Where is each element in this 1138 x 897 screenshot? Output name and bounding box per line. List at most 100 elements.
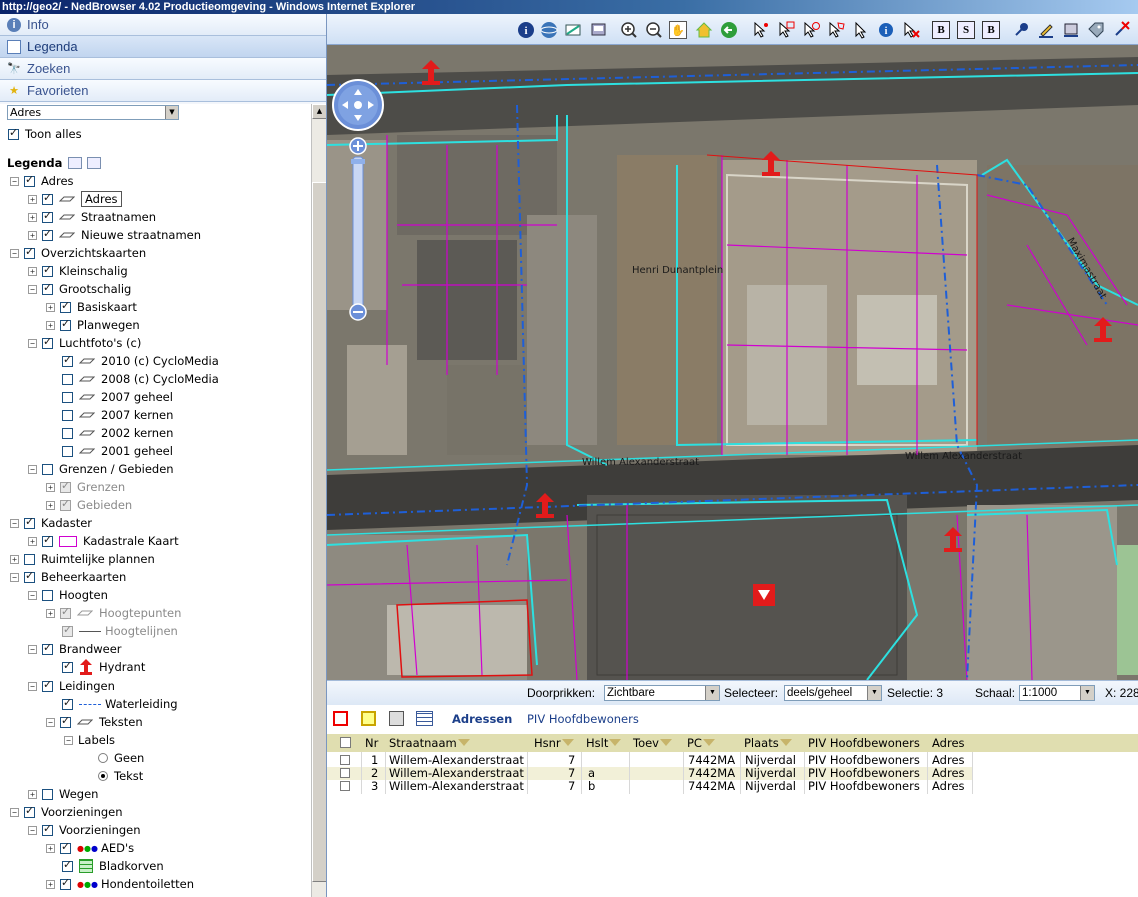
tree-adres-sub[interactable]: +Adres [28, 190, 122, 208]
expand-all-icon[interactable] [68, 157, 83, 169]
red-square-icon[interactable] [333, 711, 348, 726]
nieuwe-straatnamen-checkbox[interactable] [42, 227, 53, 241]
hydrant-checkbox[interactable] [62, 659, 73, 673]
beheerkaarten-checkbox[interactable] [24, 569, 35, 583]
sort-icon[interactable] [609, 739, 622, 746]
tree-lf2002k[interactable]: 2002 kernen [62, 424, 173, 442]
kadastrale-kaart-checkbox[interactable] [42, 533, 53, 547]
chevron-down-icon[interactable]: ▼ [1080, 686, 1094, 700]
select-all-checkbox[interactable] [340, 737, 351, 748]
tab-piv-hoofdbewoners[interactable]: PIV Hoofdbewoners [527, 712, 639, 726]
radio-geen[interactable]: Geen [98, 749, 144, 767]
col-straatnaam[interactable]: Straatnaam [389, 736, 470, 750]
tree-kadastrale-kaart[interactable]: +Kadastrale Kaart [28, 532, 179, 550]
tree-kleinschalig[interactable]: +Kleinschalig [28, 262, 128, 280]
back-icon[interactable] [720, 21, 738, 39]
adres-sub-checkbox[interactable] [42, 191, 53, 205]
zoom-out-icon[interactable] [645, 21, 663, 39]
tree-brandweer[interactable]: −Brandweer [28, 640, 122, 658]
radio-tekst-button[interactable] [98, 771, 108, 781]
voorzieningen-sub-checkbox[interactable] [42, 822, 53, 836]
layer-select[interactable]: Adres ▼ [7, 105, 179, 120]
col-hslt[interactable]: Hslt [586, 736, 622, 750]
tree-nieuwe-straatnamen[interactable]: +Nieuwe straatnamen [28, 226, 201, 244]
grootschalig-checkbox[interactable] [42, 281, 53, 295]
grenzen-gebieden-checkbox[interactable] [42, 463, 53, 475]
tree-lf2001g[interactable]: 2001 geheel [62, 442, 173, 460]
globe-icon[interactable] [540, 21, 558, 39]
col-pc[interactable]: PC [687, 736, 715, 750]
tree-voorzieningen[interactable]: −Voorzieningen [10, 803, 123, 821]
tree-hoogten[interactable]: − Hoogten [28, 586, 108, 604]
aerial-map[interactable]: Henri Dunantplein Willem Alexanderstraat… [327, 45, 1138, 680]
radio-tekst[interactable]: Tekst [98, 767, 143, 785]
pan-hand-icon[interactable]: ✋ [669, 21, 687, 39]
info-icon[interactable]: i [877, 21, 895, 39]
lf2002k-checkbox[interactable] [62, 427, 73, 439]
print-icon[interactable] [589, 21, 607, 39]
gebieden-checkbox[interactable] [60, 497, 71, 511]
layers-icon[interactable] [1062, 21, 1080, 39]
legend-scrollbar[interactable]: ▲ [311, 104, 326, 897]
lf2010-checkbox[interactable] [62, 353, 73, 367]
nav-info[interactable]: i Info [0, 14, 326, 36]
lf2007k-checkbox[interactable] [62, 409, 73, 421]
tree-voorzieningen-sub[interactable]: −Voorzieningen [28, 821, 141, 839]
kadaster-checkbox[interactable] [24, 515, 35, 529]
tree-kadaster[interactable]: −Kadaster [10, 514, 92, 532]
tree-grootschalig[interactable]: −Grootschalig [28, 280, 131, 298]
tree-hondentoiletten[interactable]: +●●●Hondentoiletten [46, 875, 194, 893]
tree-ruimtelijke-plannen[interactable]: + Ruimtelijke plannen [10, 550, 155, 568]
bold-s-icon[interactable]: S [957, 21, 975, 39]
tree-hydrant[interactable]: Hydrant [62, 658, 145, 676]
table-row[interactable]: 3 Willem-Alexanderstraat 7 b 7442MA Nijv… [327, 780, 972, 793]
tree-grenzen[interactable]: +Grenzen [46, 478, 125, 496]
col-toev[interactable]: Toev [633, 736, 672, 750]
tree-lf2007g[interactable]: 2007 geheel [62, 388, 173, 406]
ruimtelijke-plannen-checkbox[interactable] [24, 553, 35, 565]
schaal-select[interactable]: 1:1000 ▼ [1019, 685, 1095, 701]
tag-icon[interactable] [1087, 21, 1105, 39]
doorprikken-select[interactable]: Zichtbare ▼ [604, 685, 720, 701]
collapse-all-icon[interactable] [87, 157, 102, 169]
cursor-icon[interactable] [852, 21, 870, 39]
tree-waterleiding[interactable]: Waterleiding [62, 695, 178, 713]
home-icon[interactable] [695, 21, 713, 39]
luchtfotos-checkbox[interactable] [42, 335, 53, 349]
tree-lf2010[interactable]: 2010 (c) CycloMedia [62, 352, 219, 370]
sort-icon[interactable] [561, 739, 574, 746]
tree-basiskaart[interactable]: +Basiskaart [46, 298, 137, 316]
toon-alles[interactable]: Toon alles [8, 125, 82, 143]
hoogten-checkbox[interactable] [42, 589, 53, 601]
hoogtelijnen-checkbox[interactable] [62, 623, 73, 637]
chevron-down-icon[interactable]: ▼ [165, 106, 178, 119]
row-checkbox[interactable] [340, 768, 350, 778]
scroll-thumb[interactable] [312, 182, 326, 882]
col-plaats[interactable]: Plaats [744, 736, 792, 750]
tree-beheerkaarten[interactable]: −Beheerkaarten [10, 568, 126, 586]
waterleiding-checkbox[interactable] [62, 696, 73, 710]
yellow-square-icon[interactable] [361, 711, 376, 726]
basiskaart-checkbox[interactable] [60, 299, 71, 313]
hondentoiletten-checkbox[interactable] [60, 876, 71, 890]
grenzen-checkbox[interactable] [60, 479, 71, 493]
teksten-checkbox[interactable] [60, 714, 71, 728]
tree-luchtfotos[interactable]: −Luchtfoto's (c) [28, 334, 141, 352]
planwegen-checkbox[interactable] [60, 317, 71, 331]
col-nr[interactable]: Nr [365, 736, 378, 750]
scroll-up-icon[interactable]: ▲ [312, 104, 326, 119]
tree-hoogtepunten[interactable]: +Hoogtepunten [46, 604, 181, 622]
lf2008-checkbox[interactable] [62, 373, 73, 385]
brandweer-checkbox[interactable] [42, 641, 53, 655]
pan-zoom-control[interactable] [332, 79, 388, 339]
select-rect-icon[interactable] [777, 21, 795, 39]
tree-aeds[interactable]: +●●●AED's [46, 839, 134, 857]
tree-leidingen[interactable]: −Leidingen [28, 677, 115, 695]
col-piv[interactable]: PIV Hoofdbewoners [808, 736, 920, 750]
select-point-icon[interactable] [752, 21, 770, 39]
tree-straatnamen[interactable]: +Straatnamen [28, 208, 156, 226]
straatnamen-checkbox[interactable] [42, 209, 53, 223]
aeds-checkbox[interactable] [60, 840, 71, 854]
col-hsnr[interactable]: Hsnr [534, 736, 574, 750]
sort-icon[interactable] [660, 739, 672, 746]
